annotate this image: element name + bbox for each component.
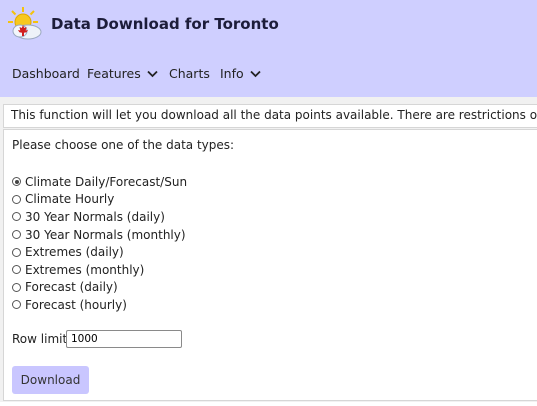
- radio-label: Extremes (monthly): [25, 262, 145, 277]
- radio-label: 30 Year Normals (monthly): [25, 227, 186, 242]
- radio-label: Forecast (hourly): [25, 297, 127, 312]
- radio-normals-daily[interactable]: 30 Year Normals (daily): [12, 208, 187, 226]
- chevron-down-icon: [147, 70, 158, 77]
- nav-features[interactable]: Features: [87, 66, 158, 81]
- radio-label: Extremes (daily): [25, 245, 124, 260]
- radio-button[interactable]: [12, 247, 21, 257]
- radio-label: Forecast (daily): [25, 280, 118, 295]
- nav-charts[interactable]: Charts: [169, 66, 210, 81]
- nav-dashboard[interactable]: Dashboard: [12, 66, 80, 81]
- radio-button[interactable]: [12, 230, 21, 240]
- chevron-down-icon: [250, 70, 261, 77]
- download-button[interactable]: Download: [12, 366, 89, 394]
- nav-info-label: Info: [220, 66, 244, 81]
- page-title: Data Download for Toronto: [51, 15, 279, 33]
- download-form: Please choose one of the data types: Cli…: [3, 129, 537, 401]
- radio-extremes-monthly[interactable]: Extremes (monthly): [12, 261, 187, 279]
- radio-label: Climate Hourly: [25, 192, 115, 207]
- radio-button[interactable]: [12, 265, 21, 275]
- data-type-options: Climate Daily/Forecast/Sun Climate Hourl…: [12, 173, 187, 314]
- nav-features-label: Features: [87, 66, 141, 81]
- app-header: Data Download for Toronto Dashboard Feat…: [0, 0, 537, 97]
- radio-forecast-daily[interactable]: Forecast (daily): [12, 279, 187, 297]
- radio-climate-daily[interactable]: Climate Daily/Forecast/Sun: [12, 173, 187, 191]
- row-limit-label: Row limit:: [12, 332, 72, 346]
- radio-button[interactable]: [12, 177, 21, 187]
- row-limit-input[interactable]: [66, 330, 182, 348]
- info-notice: This function will let you download all …: [3, 104, 537, 128]
- main-nav: Dashboard Features Charts Info: [0, 66, 537, 84]
- radio-extremes-daily[interactable]: Extremes (daily): [12, 243, 187, 261]
- radio-climate-hourly[interactable]: Climate Hourly: [12, 191, 187, 209]
- nav-info[interactable]: Info: [220, 66, 261, 81]
- info-text: This function will let you download all …: [11, 108, 537, 122]
- radio-button[interactable]: [12, 212, 21, 222]
- radio-normals-monthly[interactable]: 30 Year Normals (monthly): [12, 226, 187, 244]
- radio-label: Climate Daily/Forecast/Sun: [25, 174, 188, 189]
- radio-button[interactable]: [12, 282, 21, 292]
- nav-dashboard-label: Dashboard: [12, 66, 80, 81]
- nav-charts-label: Charts: [169, 66, 210, 81]
- data-type-prompt: Please choose one of the data types:: [12, 138, 235, 152]
- radio-button[interactable]: [12, 300, 21, 310]
- sun-cloud-maple-leaf-icon[interactable]: [7, 6, 45, 42]
- radio-forecast-hourly[interactable]: Forecast (hourly): [12, 296, 187, 314]
- radio-label: 30 Year Normals (daily): [25, 209, 165, 224]
- radio-button[interactable]: [12, 194, 21, 204]
